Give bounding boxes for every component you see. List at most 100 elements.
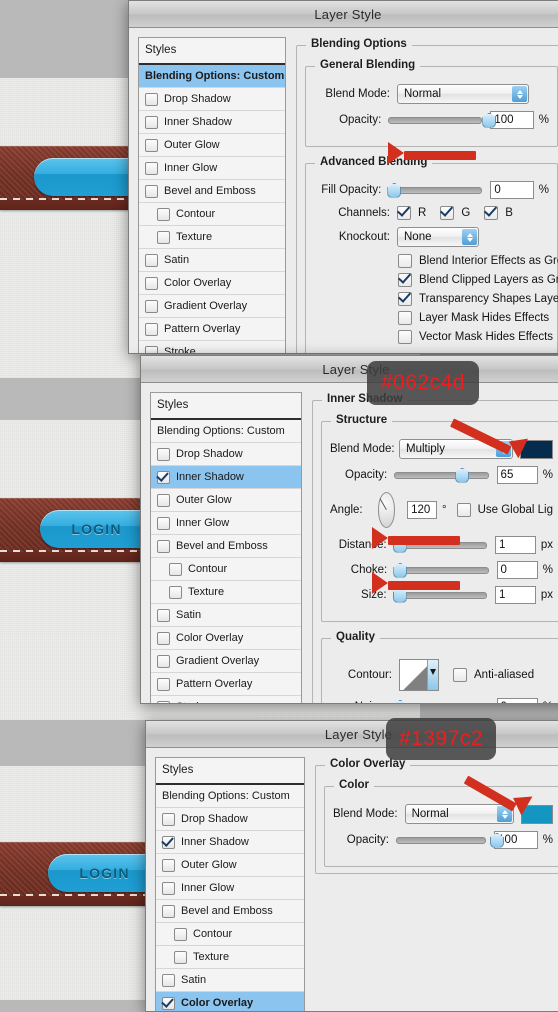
blend-mode-select[interactable]: Normal: [404, 804, 515, 824]
checkbox-icon[interactable]: [145, 345, 158, 353]
style-item-inner-shadow[interactable]: Inner Shadow: [139, 111, 285, 134]
checkbox-icon[interactable]: [145, 161, 158, 175]
style-item-gradient-overlay[interactable]: Gradient Overlay: [139, 295, 285, 318]
checkbox-icon[interactable]: [157, 700, 170, 703]
use-global-light-checkbox[interactable]: [456, 503, 471, 517]
transparency-shapes-layer-row[interactable]: Transparency Shapes Layer: [398, 292, 558, 306]
opacity-slider[interactable]: [388, 112, 497, 128]
style-item-inner-glow[interactable]: Inner Glow: [139, 157, 285, 180]
style-item-texture[interactable]: Texture: [139, 226, 285, 249]
checkbox-icon[interactable]: [145, 138, 158, 152]
vector-mask-hides-effects-checkbox[interactable]: [398, 330, 412, 344]
dialog-titlebar-1[interactable]: Layer Style: [129, 1, 558, 28]
style-item-outer-glow[interactable]: Outer Glow: [156, 854, 304, 877]
style-item-inner-shadow[interactable]: Inner Shadow: [151, 466, 301, 489]
styles-list-2[interactable]: Styles Blending Options: Custom Drop Sha…: [150, 392, 302, 703]
style-item-satin[interactable]: Satin: [139, 249, 285, 272]
checkbox-icon[interactable]: [162, 904, 175, 918]
blend-mode-select[interactable]: Normal: [397, 84, 529, 104]
styles-list-1[interactable]: Styles Blending Options: Custom Drop Sha…: [138, 37, 286, 353]
checkbox-icon[interactable]: [157, 539, 170, 553]
choke-input[interactable]: 0: [496, 561, 538, 579]
style-item-drop-shadow[interactable]: Drop Shadow: [156, 808, 304, 831]
style-item-pattern-overlay[interactable]: Pattern Overlay: [139, 318, 285, 341]
opacity-slider[interactable]: [395, 832, 504, 848]
checkbox-icon[interactable]: [162, 812, 175, 826]
style-item-inner-glow[interactable]: Inner Glow: [151, 512, 301, 535]
checkbox-icon[interactable]: [145, 276, 158, 290]
checkbox-icon[interactable]: [145, 115, 158, 129]
fill-opacity-input[interactable]: 0: [490, 181, 534, 199]
opacity-input[interactable]: 100: [490, 111, 534, 129]
style-item-contour[interactable]: Contour: [139, 203, 285, 226]
checkbox-icon[interactable]: [162, 973, 175, 987]
style-item-color-overlay[interactable]: Color Overlay: [139, 272, 285, 295]
slider-knob[interactable]: [387, 182, 402, 198]
style-item-texture[interactable]: Texture: [151, 581, 301, 604]
opacity-input[interactable]: 65: [496, 466, 538, 484]
style-item-pattern-overlay[interactable]: Pattern Overlay: [151, 673, 301, 696]
slider-knob[interactable]: [393, 562, 408, 578]
styles-list-3[interactable]: Styles Blending Options: Custom Drop Sha…: [155, 757, 305, 1011]
style-item-drop-shadow[interactable]: Drop Shadow: [151, 443, 301, 466]
slider-knob[interactable]: [455, 467, 470, 483]
choke-slider[interactable]: [393, 562, 489, 578]
style-item-color-overlay[interactable]: Color Overlay: [151, 627, 301, 650]
layer-style-dialog-blending[interactable]: Layer Style Styles Blending Options: Cus…: [128, 0, 558, 354]
checkbox-icon[interactable]: [157, 470, 170, 484]
checkbox-icon[interactable]: [157, 493, 170, 507]
style-item-outer-glow[interactable]: Outer Glow: [151, 489, 301, 512]
angle-input[interactable]: 120: [407, 501, 437, 519]
dialog-titlebar-3[interactable]: Layer Style: [146, 721, 558, 748]
channel-g-checkbox[interactable]: [440, 206, 455, 220]
checkbox-icon[interactable]: [157, 516, 170, 530]
opacity-slider[interactable]: [394, 467, 489, 483]
style-item-outer-glow[interactable]: Outer Glow: [139, 134, 285, 157]
checkbox-icon[interactable]: [145, 92, 158, 106]
checkbox-icon[interactable]: [174, 927, 187, 941]
checkbox-icon[interactable]: [145, 322, 158, 336]
style-item-drop-shadow[interactable]: Drop Shadow: [139, 88, 285, 111]
style-item-contour[interactable]: Contour: [151, 558, 301, 581]
vector-mask-hides-effects-row[interactable]: Vector Mask Hides Effects: [398, 330, 553, 344]
style-item-gradient-overlay[interactable]: Gradient Overlay: [151, 650, 301, 673]
checkbox-icon[interactable]: [169, 585, 182, 599]
size-input[interactable]: 1: [494, 586, 536, 604]
checkbox-icon[interactable]: [157, 230, 170, 244]
checkbox-icon[interactable]: [157, 631, 170, 645]
layer-mask-hides-effects-row[interactable]: Layer Mask Hides Effects: [398, 311, 549, 325]
style-item-satin[interactable]: Satin: [151, 604, 301, 627]
checkbox-icon[interactable]: [157, 608, 170, 622]
blend-interior-effects-checkbox[interactable]: [398, 254, 412, 268]
chevron-updown-icon[interactable]: [512, 86, 527, 102]
layer-style-dialog-color-overlay[interactable]: Layer Style Styles Blending Options: Cus…: [145, 720, 558, 1012]
blend-interior-effects-row[interactable]: Blend Interior Effects as Group: [398, 254, 558, 268]
anti-aliased-checkbox[interactable]: [453, 668, 467, 682]
style-item-stroke[interactable]: Stroke: [151, 696, 301, 703]
checkbox-icon[interactable]: [162, 881, 175, 895]
fill-opacity-slider[interactable]: [387, 182, 483, 198]
style-item-stroke[interactable]: Stroke: [139, 341, 285, 353]
checkbox-icon[interactable]: [162, 858, 175, 872]
checkbox-icon[interactable]: [169, 562, 182, 576]
checkbox-icon[interactable]: [157, 207, 170, 221]
contour-preset-picker[interactable]: [399, 659, 439, 691]
style-item-bevel-and-emboss[interactable]: Bevel and Emboss: [151, 535, 301, 558]
checkbox-icon[interactable]: [145, 253, 158, 267]
knockout-select[interactable]: None: [397, 227, 479, 247]
style-item-inner-glow[interactable]: Inner Glow: [156, 877, 304, 900]
noise-slider[interactable]: [393, 699, 408, 703]
checkbox-icon[interactable]: [145, 184, 158, 198]
blend-clipped-layers-checkbox[interactable]: [398, 273, 412, 287]
channel-r-checkbox[interactable]: [397, 206, 411, 220]
style-item-blending-options[interactable]: Blending Options: Custom: [156, 785, 304, 808]
size-slider[interactable]: [392, 587, 487, 603]
style-item-bevel-and-emboss[interactable]: Bevel and Emboss: [139, 180, 285, 203]
style-item-color-overlay[interactable]: Color Overlay: [156, 992, 304, 1011]
checkbox-icon[interactable]: [162, 835, 175, 849]
layer-mask-hides-effects-checkbox[interactable]: [398, 311, 412, 325]
angle-dial[interactable]: [377, 492, 396, 528]
style-item-blending-options[interactable]: Blending Options: Custom: [139, 65, 285, 88]
dialog-titlebar-2[interactable]: Layer Style: [141, 356, 558, 383]
checkbox-icon[interactable]: [157, 447, 170, 461]
